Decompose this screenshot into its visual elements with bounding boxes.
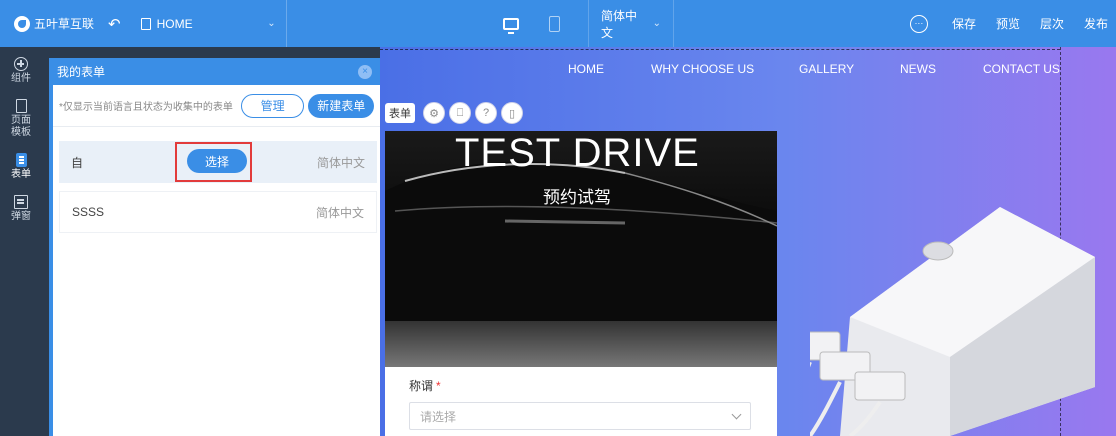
salutation-select[interactable]: 请选择 (409, 402, 751, 430)
nav-link-news[interactable]: NEWS (900, 62, 936, 76)
form-icon (15, 153, 27, 167)
sidebar-item-components[interactable]: 组件 (0, 47, 42, 85)
panel-toolbar: *仅显示当前语言且状态为收集中的表单 管理 新建表单 (53, 85, 380, 127)
sidebar-item-label: 页面 模板 (11, 115, 31, 138)
layers-button[interactable]: 层次 (1040, 15, 1064, 32)
sidebar-item-popups[interactable]: 弹窗 (0, 181, 42, 223)
chevron-down-icon: ⌄ (267, 18, 276, 29)
sidebar-item-label: 弹窗 (11, 211, 31, 222)
design-canvas[interactable]: HOME WHY CHOOSE US GALLERY NEWS CONTACT … (380, 47, 1116, 436)
salutation-label: 称谓 (409, 379, 434, 393)
device-switcher (503, 0, 560, 47)
sidebar-item-page-templates[interactable]: 页面 模板 (0, 85, 42, 139)
lock-icon[interactable]: ⎕ (449, 102, 471, 124)
form-name: 自 (71, 155, 84, 170)
close-icon[interactable]: × (358, 64, 372, 79)
sidebar-item-label: 组件 (11, 73, 31, 84)
chevron-down-icon: ⌄ (652, 18, 661, 29)
page-icon (140, 17, 151, 30)
car-hero-image: TEST DRIVE 预约试驾 (385, 131, 777, 367)
usb-charger-image (810, 207, 1095, 436)
select-placeholder: 请选择 (420, 409, 457, 424)
filter-note: *仅显示当前语言且状态为收集中的表单 (59, 102, 233, 113)
field-label: 称谓 * (409, 377, 753, 394)
module-toolbar: 表单 ⚙ ⎕ ? ▯ (385, 102, 523, 124)
language-dropdown[interactable]: 简体中文 ⌄ (588, 0, 674, 47)
required-mark: * (436, 379, 441, 393)
settings-icon[interactable]: ⚙ (423, 102, 445, 124)
hero-subtitle: 预约试驾 (543, 188, 611, 207)
more-icon[interactable]: ··· (909, 14, 928, 33)
new-form-button[interactable]: 新建表单 (308, 93, 374, 118)
help-icon[interactable]: ? (475, 102, 497, 124)
nav-link-contact-us[interactable]: CONTACT US (983, 62, 1060, 76)
nav-link-gallery[interactable]: GALLERY (799, 62, 854, 76)
form-module[interactable]: TEST DRIVE 预约试驾 称谓 * 请选择 (385, 131, 777, 436)
list-item[interactable]: SSSS 简体中文 (59, 191, 377, 233)
panel-title: 我的表单 (57, 65, 106, 79)
left-sidebar: 组件 页面 模板 表单 弹窗 (0, 47, 42, 436)
popup-icon (14, 195, 28, 209)
site-nav: HOME WHY CHOOSE US GALLERY NEWS CONTACT … (380, 47, 1116, 92)
toolbar-divider (285, 0, 287, 47)
preview-button[interactable]: 预览 (996, 15, 1020, 32)
publish-button[interactable]: 发布 (1084, 15, 1108, 32)
sidebar-item-label: 表单 (11, 169, 31, 180)
page-icon (15, 99, 27, 113)
page-select-dropdown[interactable]: HOME ⌄ (140, 0, 276, 47)
chevron-down-icon (731, 409, 742, 419)
panel-header: 我的表单 × (49, 58, 380, 85)
top-toolbar: 五叶草互联 ↶ HOME ⌄ 简体中文 ⌄ ··· 保存 预览 层次 发布 (0, 0, 1116, 47)
delete-icon[interactable]: ▯ (501, 102, 523, 124)
undo-icon[interactable]: ↶ (108, 15, 121, 33)
desktop-view-icon[interactable] (503, 17, 519, 34)
top-actions: ··· 保存 预览 层次 发布 (909, 0, 1116, 47)
clover-logo-icon (14, 15, 30, 32)
save-button[interactable]: 保存 (952, 15, 976, 32)
add-circle-icon (14, 57, 28, 71)
mobile-view-icon[interactable] (549, 15, 560, 32)
form-language: 简体中文 (315, 205, 364, 220)
my-forms-panel: 我的表单 × *仅显示当前语言且状态为收集中的表单 管理 新建表单 自 选择 简… (49, 58, 380, 436)
nav-link-why-choose-us[interactable]: WHY CHOOSE US (651, 62, 754, 76)
form-fields: 称谓 * 请选择 (385, 367, 777, 436)
brand-logo[interactable]: 五叶草互联 (14, 15, 94, 32)
module-type-label: 表单 (385, 103, 415, 123)
manage-button[interactable]: 管理 (240, 93, 305, 118)
select-button[interactable]: 选择 (187, 149, 247, 173)
hero-title: TEST DRIVE (455, 131, 700, 175)
language-label: 简体中文 (601, 8, 638, 40)
form-language: 简体中文 (316, 155, 365, 170)
sidebar-item-forms[interactable]: 表单 (0, 139, 42, 181)
form-name: SSSS (72, 205, 105, 219)
brand-name: 五叶草互联 (34, 17, 95, 31)
list-item[interactable]: 自 选择 简体中文 (59, 141, 377, 183)
current-page-label: HOME (156, 16, 193, 31)
nav-link-home[interactable]: HOME (568, 62, 604, 76)
